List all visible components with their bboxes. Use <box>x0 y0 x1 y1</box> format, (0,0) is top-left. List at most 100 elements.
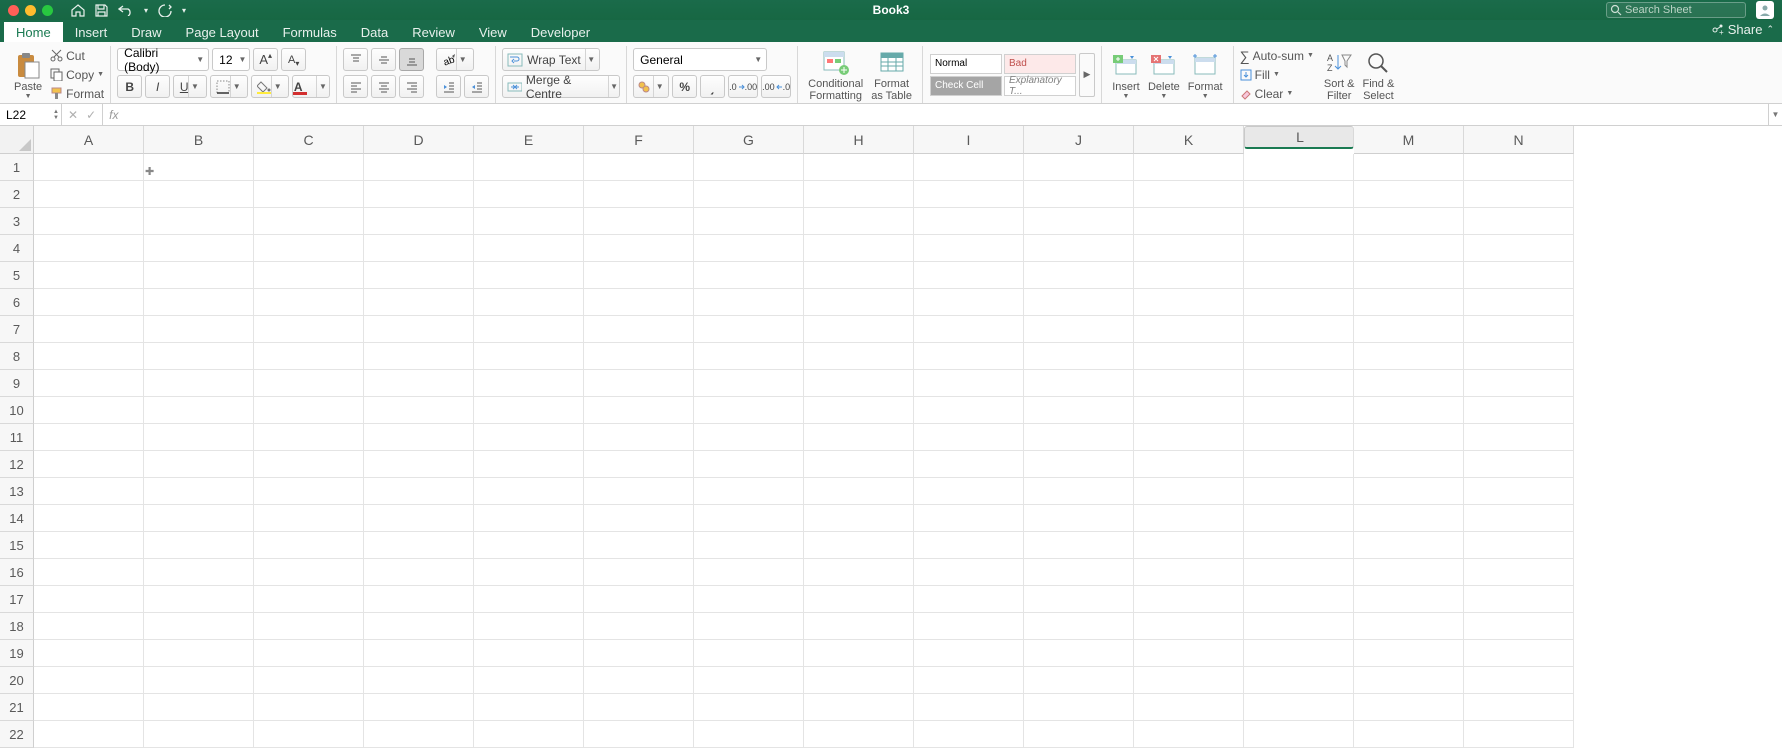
row-header[interactable]: 7 <box>0 316 34 343</box>
cell[interactable] <box>1464 667 1574 694</box>
cell[interactable] <box>254 721 364 748</box>
cell[interactable] <box>254 235 364 262</box>
cell[interactable] <box>254 532 364 559</box>
cell[interactable] <box>1134 694 1244 721</box>
insert-cells-button[interactable]: Insert▼ <box>1108 46 1144 102</box>
cell[interactable] <box>1464 397 1574 424</box>
cell[interactable] <box>1464 424 1574 451</box>
cell[interactable] <box>1024 721 1134 748</box>
cell[interactable] <box>914 478 1024 505</box>
cell[interactable] <box>694 478 804 505</box>
cell[interactable] <box>144 343 254 370</box>
cell[interactable] <box>694 721 804 748</box>
style-check-cell[interactable]: Check Cell <box>930 76 1002 96</box>
delete-cells-button[interactable]: Delete▼ <box>1144 46 1184 102</box>
cell[interactable] <box>804 451 914 478</box>
cell[interactable] <box>1024 181 1134 208</box>
formula-input[interactable] <box>124 104 1768 125</box>
cell[interactable] <box>364 235 474 262</box>
cell[interactable] <box>254 397 364 424</box>
cell[interactable] <box>694 559 804 586</box>
row-header[interactable]: 22 <box>0 721 34 748</box>
close-window-icon[interactable] <box>8 5 19 16</box>
cell[interactable] <box>364 451 474 478</box>
expand-formula-bar-icon[interactable]: ▼ <box>1768 104 1782 125</box>
cell[interactable] <box>254 451 364 478</box>
cell[interactable] <box>584 532 694 559</box>
row-header[interactable]: 11 <box>0 424 34 451</box>
qat-customize-icon[interactable]: ▾ <box>182 6 186 15</box>
cell[interactable] <box>254 586 364 613</box>
cell[interactable] <box>914 370 1024 397</box>
cell[interactable] <box>1354 289 1464 316</box>
cell[interactable] <box>804 181 914 208</box>
cell[interactable] <box>1244 370 1354 397</box>
decrease-indent-button[interactable] <box>436 75 461 98</box>
cell[interactable] <box>1134 451 1244 478</box>
minimize-window-icon[interactable] <box>25 5 36 16</box>
cell[interactable] <box>1024 343 1134 370</box>
cell[interactable] <box>914 667 1024 694</box>
cell[interactable] <box>694 235 804 262</box>
cell[interactable] <box>1024 424 1134 451</box>
cell[interactable] <box>144 370 254 397</box>
cell[interactable] <box>254 505 364 532</box>
cell[interactable] <box>914 262 1024 289</box>
cell[interactable] <box>1134 424 1244 451</box>
cell[interactable] <box>1464 235 1574 262</box>
cell[interactable] <box>364 505 474 532</box>
cell[interactable] <box>1464 208 1574 235</box>
cell[interactable] <box>914 451 1024 478</box>
cell[interactable] <box>1244 586 1354 613</box>
cell[interactable] <box>364 397 474 424</box>
cell[interactable] <box>1354 370 1464 397</box>
cell[interactable] <box>914 532 1024 559</box>
cell[interactable] <box>1244 289 1354 316</box>
cell[interactable] <box>1134 505 1244 532</box>
tab-data[interactable]: Data <box>349 22 400 42</box>
row-header[interactable]: 19 <box>0 640 34 667</box>
cell[interactable] <box>804 694 914 721</box>
cell[interactable] <box>914 397 1024 424</box>
cell[interactable] <box>144 667 254 694</box>
cell[interactable] <box>584 208 694 235</box>
cell[interactable] <box>364 289 474 316</box>
cell[interactable] <box>1024 370 1134 397</box>
style-normal[interactable]: Normal <box>930 54 1002 74</box>
cell[interactable] <box>1464 262 1574 289</box>
increase-font-button[interactable]: A▴ <box>253 48 278 71</box>
cell[interactable] <box>34 721 144 748</box>
column-header[interactable]: N <box>1464 126 1574 154</box>
cell[interactable] <box>1024 694 1134 721</box>
cell[interactable] <box>34 478 144 505</box>
cell[interactable] <box>1354 559 1464 586</box>
cell[interactable] <box>474 262 584 289</box>
cell[interactable] <box>144 721 254 748</box>
cell[interactable] <box>1244 424 1354 451</box>
cell[interactable] <box>474 532 584 559</box>
cell[interactable] <box>474 586 584 613</box>
cell[interactable] <box>694 343 804 370</box>
cell[interactable] <box>584 235 694 262</box>
cell[interactable] <box>804 424 914 451</box>
cell[interactable] <box>1464 532 1574 559</box>
row-header[interactable]: 4 <box>0 235 34 262</box>
column-header[interactable]: E <box>474 126 584 154</box>
cell[interactable] <box>1024 154 1134 181</box>
row-header[interactable]: 10 <box>0 397 34 424</box>
save-icon[interactable] <box>95 4 108 17</box>
cell[interactable] <box>1244 343 1354 370</box>
cell[interactable] <box>1244 559 1354 586</box>
align-right-button[interactable] <box>399 75 424 98</box>
cell[interactable] <box>584 289 694 316</box>
cell[interactable] <box>34 343 144 370</box>
cell[interactable] <box>254 370 364 397</box>
cell[interactable] <box>1354 316 1464 343</box>
cell[interactable] <box>1464 478 1574 505</box>
cell[interactable] <box>474 154 584 181</box>
cell[interactable] <box>694 451 804 478</box>
autosum-button[interactable]: ∑ Auto-sum ▼ <box>1240 46 1314 65</box>
cell[interactable] <box>804 370 914 397</box>
find-select-button[interactable]: Find & Select <box>1358 46 1398 102</box>
cell[interactable] <box>364 694 474 721</box>
